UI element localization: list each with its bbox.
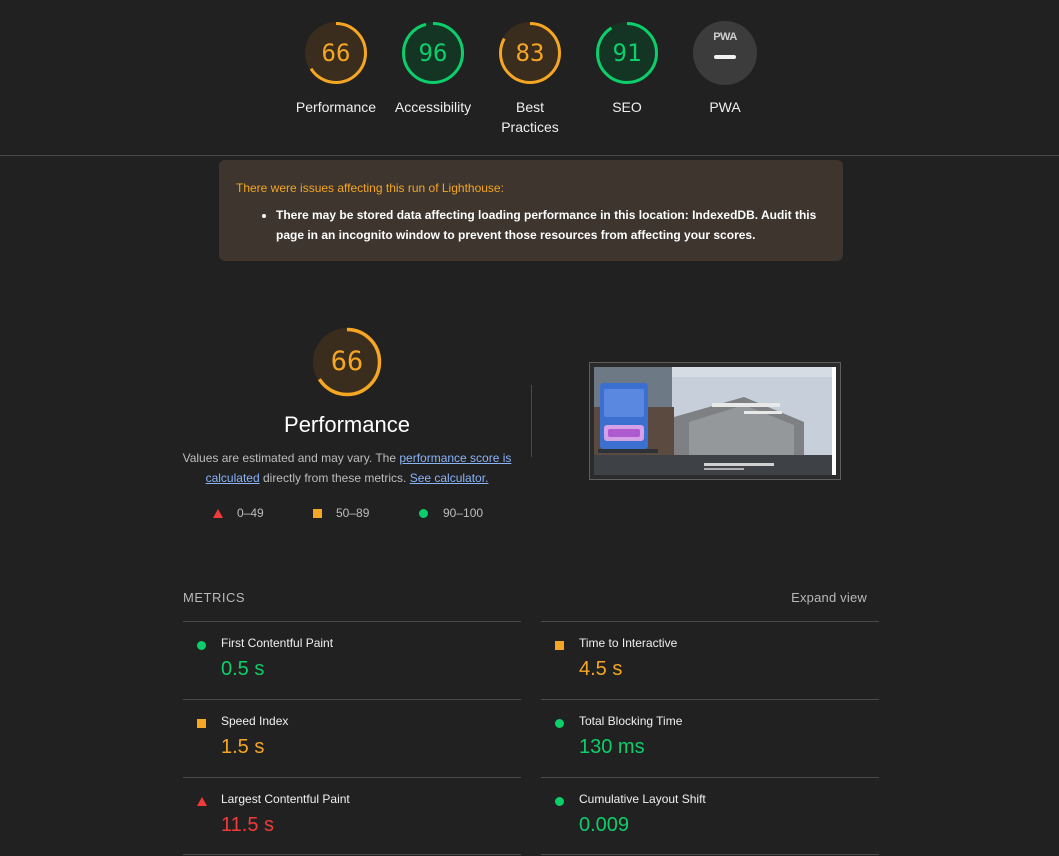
metric-cumulative-layout-shift[interactable]: Cumulative Layout Shift 0.009 (541, 777, 879, 855)
description-text: directly from these metrics. (259, 471, 410, 485)
metrics-heading: METRICS (183, 590, 245, 605)
metrics-divider (183, 854, 521, 855)
screenshot-illustration (594, 367, 836, 475)
gauge-performance[interactable]: 66 Performance (286, 20, 386, 117)
pass-circle-icon (555, 797, 564, 806)
gauge-best-practices[interactable]: 83 Best Practices (480, 20, 580, 137)
legend-range: 50–89 (336, 506, 370, 520)
metric-title: Time to Interactive (579, 636, 678, 650)
pass-circle-icon (197, 641, 206, 650)
gauge-pwa[interactable]: PWA PWA (675, 20, 775, 117)
gauge-label: Best Practices (501, 99, 559, 135)
divider (531, 385, 532, 457)
metric-title: Cumulative Layout Shift (579, 792, 706, 806)
gauge-label: Accessibility (394, 99, 472, 115)
performance-description: Values are estimated and may vary. The p… (180, 448, 514, 488)
gauge-ring: 96 (400, 20, 466, 86)
legend-range: 0–49 (237, 506, 264, 520)
metric-title: Largest Contentful Paint (221, 792, 350, 806)
square-icon (313, 508, 322, 518)
metric-value: 4.5 s (579, 658, 623, 680)
legend-pass: 90–100 (419, 506, 483, 520)
metric-speed-index[interactable]: Speed Index 1.5 s (183, 699, 521, 777)
performance-score: 66 (330, 346, 364, 377)
metric-total-blocking-time[interactable]: Total Blocking Time 130 ms (541, 699, 879, 777)
metrics-divider (541, 854, 879, 855)
gauge-ring: 91 (594, 20, 660, 86)
metric-title: Speed Index (221, 714, 289, 728)
warning-title: There were issues affecting this run of … (236, 181, 504, 195)
gauge-ring: 83 (497, 20, 563, 86)
gauge-score: 83 (515, 39, 545, 67)
metric-value: 130 ms (579, 736, 645, 758)
pass-circle-icon (555, 719, 564, 728)
metric-title: First Contentful Paint (221, 636, 334, 650)
pwa-logo-text: PWA (713, 31, 737, 43)
metric-first-contentful-paint[interactable]: First Contentful Paint 0.5 s (183, 621, 521, 699)
average-square-icon (555, 641, 564, 650)
gauge-accessibility[interactable]: 96 Accessibility (383, 20, 483, 117)
screenshot-image (594, 367, 836, 475)
circle-icon (419, 508, 428, 518)
metric-title: Total Blocking Time (579, 714, 683, 728)
average-square-icon (197, 719, 206, 728)
triangle-icon (213, 508, 223, 518)
metric-value: 11.5 s (221, 814, 274, 836)
gauge-score: 91 (612, 39, 642, 67)
runtime-warning: There were issues affecting this run of … (219, 160, 843, 261)
metrics-header: METRICS Expand view (183, 590, 879, 605)
performance-title: Performance (284, 412, 410, 437)
performance-gauge: 66 (311, 326, 383, 398)
metric-largest-contentful-paint[interactable]: Largest Contentful Paint 11.5 s (183, 777, 521, 855)
expand-view-button[interactable]: Expand view (791, 590, 867, 605)
category-gauges: 66 Performance 96 Accessibility 83 Best … (0, 0, 1059, 156)
legend-fail: 0–49 (213, 506, 264, 520)
gauge-label: PWA (709, 99, 741, 115)
metric-time-to-interactive[interactable]: Time to Interactive 4.5 s (541, 621, 879, 699)
legend-average: 50–89 (313, 506, 369, 520)
metric-value: 0.5 s (221, 658, 265, 680)
pwa-badge: PWA (692, 20, 758, 86)
gauge-label: SEO (612, 99, 642, 115)
warning-item: There may be stored data affecting loadi… (276, 205, 826, 245)
gauge-label: Performance (295, 99, 377, 115)
final-screenshot[interactable] (589, 362, 841, 480)
see-calculator-link[interactable]: See calculator. (410, 471, 489, 485)
metric-value: 0.009 (579, 814, 630, 836)
gauge-score: 66 (321, 39, 351, 67)
legend-range: 90–100 (443, 506, 484, 520)
gauge-ring: 66 (303, 20, 369, 86)
gauge-score: 96 (418, 39, 448, 67)
fail-triangle-icon (197, 797, 207, 806)
warning-list: There may be stored data affecting loadi… (236, 205, 826, 245)
pwa-not-applicable-dash (714, 55, 736, 59)
gauge-seo[interactable]: 91 SEO (577, 20, 677, 117)
metric-value: 1.5 s (221, 736, 265, 758)
description-text: Values are estimated and may vary. The (182, 451, 400, 465)
